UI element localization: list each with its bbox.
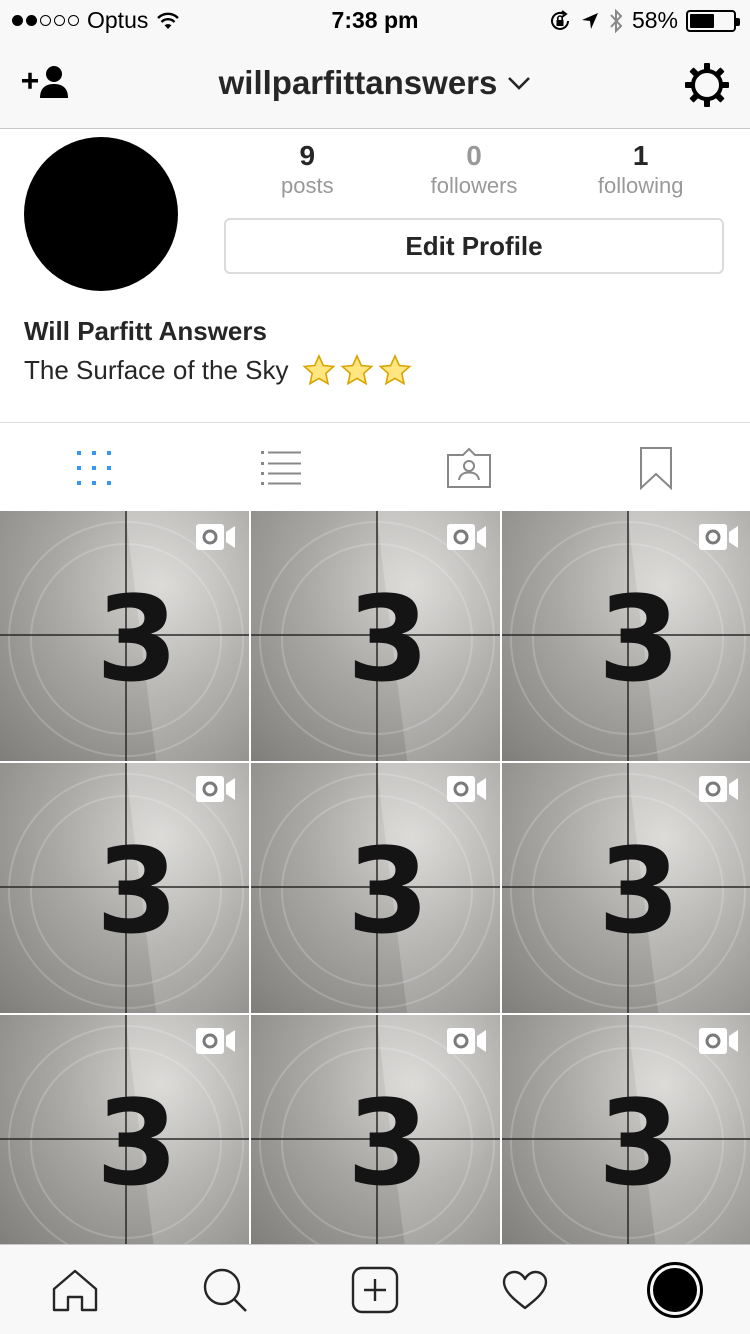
list-icon <box>261 450 302 485</box>
battery-icon <box>686 9 740 32</box>
grid-icon <box>76 450 111 485</box>
options-button[interactable] <box>684 62 730 113</box>
profile-username: willparfittanswers <box>218 64 498 101</box>
post-thumbnail[interactable]: 3 <box>502 763 750 1013</box>
post-thumbnail[interactable]: 3 <box>251 511 500 761</box>
username-dropdown[interactable]: willparfittanswers <box>0 64 750 102</box>
post-thumbnail[interactable]: 3 <box>251 763 500 1013</box>
tab-home[interactable] <box>0 1245 150 1334</box>
star-icon <box>302 354 336 386</box>
countdown-digit: 3 <box>598 1074 681 1212</box>
following-count: 1 <box>632 140 649 171</box>
status-bar: Optus 7:38 pm 58% <box>0 0 750 40</box>
edit-profile-button[interactable]: Edit Profile <box>224 218 724 274</box>
star-icon <box>378 354 412 386</box>
profile-full-name: Will Parfitt Answers <box>24 316 267 346</box>
following-label: following <box>597 173 684 198</box>
tab-profile[interactable] <box>600 1245 750 1334</box>
followers-label: followers <box>430 173 518 198</box>
posts-stat[interactable]: 9 posts <box>224 140 391 200</box>
add-post-icon <box>351 1266 399 1313</box>
countdown-digit: 3 <box>96 570 179 708</box>
countdown-digit: 3 <box>347 1074 430 1212</box>
search-icon <box>203 1268 247 1312</box>
profile-bio: The Surface of the Sky <box>24 354 412 386</box>
tab-tagged[interactable] <box>375 423 563 512</box>
video-camera-icon <box>699 524 738 550</box>
tab-add-post[interactable] <box>300 1245 450 1334</box>
post-thumbnail[interactable]: 3 <box>251 1015 500 1246</box>
video-camera-icon <box>447 524 486 550</box>
bluetooth-icon <box>610 8 623 33</box>
video-camera-icon <box>699 1028 738 1054</box>
chevron-down-icon <box>508 77 531 90</box>
video-camera-icon <box>699 776 738 802</box>
countdown-digit: 3 <box>96 1074 179 1212</box>
tab-grid[interactable] <box>0 423 188 512</box>
video-camera-icon <box>447 776 486 802</box>
profile-icon <box>647 1261 703 1318</box>
countdown-digit: 3 <box>96 822 179 960</box>
tab-search[interactable] <box>150 1245 300 1334</box>
status-left: Optus <box>12 7 180 34</box>
home-icon <box>52 1269 98 1311</box>
followers-count: 0 <box>466 140 482 171</box>
posts-label: posts <box>281 173 334 198</box>
profile-stats: 9 posts 0 followers 1 following <box>224 140 724 200</box>
post-thumbnail[interactable]: 3 <box>502 1015 750 1246</box>
orientation-lock-icon <box>550 9 569 30</box>
followers-stat[interactable]: 0 followers <box>391 140 558 200</box>
following-stat[interactable]: 1 following <box>557 140 724 200</box>
bio-stars <box>302 354 412 386</box>
tab-activity[interactable] <box>450 1245 600 1334</box>
navigation-bar: willparfittanswers <box>0 40 750 129</box>
posts-grid: 3 3 3 3 3 3 3 3 3 <box>0 511 750 1246</box>
bio-text: The Surface of the Sky <box>24 354 289 385</box>
countdown-digit: 3 <box>598 822 681 960</box>
countdown-digit: 3 <box>347 822 430 960</box>
tab-list[interactable] <box>188 423 376 512</box>
heart-icon <box>502 1270 548 1309</box>
profile-avatar[interactable] <box>24 137 178 291</box>
video-camera-icon <box>196 776 235 802</box>
signal-strength-icon <box>12 15 79 26</box>
carrier-name: Optus <box>87 7 149 33</box>
post-thumbnail[interactable]: 3 <box>0 763 249 1013</box>
posts-count: 9 <box>299 140 316 171</box>
post-thumbnail[interactable]: 3 <box>502 511 750 761</box>
gear-icon <box>685 63 729 107</box>
battery-percentage: 58% <box>631 7 678 33</box>
post-thumbnail[interactable]: 3 <box>0 1015 249 1246</box>
post-thumbnail[interactable]: 3 <box>0 511 249 761</box>
wifi-icon <box>157 12 180 29</box>
tab-saved[interactable] <box>563 423 750 512</box>
countdown-digit: 3 <box>347 570 430 708</box>
location-arrow-icon <box>581 12 598 29</box>
status-right: 58% <box>548 7 740 34</box>
bookmark-icon <box>640 446 673 490</box>
video-camera-icon <box>447 1028 486 1054</box>
video-camera-icon <box>196 1028 235 1054</box>
countdown-digit: 3 <box>598 570 681 708</box>
tagged-icon <box>446 447 491 488</box>
star-icon <box>340 354 374 386</box>
video-camera-icon <box>196 524 235 550</box>
profile-view-tabs <box>0 422 750 512</box>
bottom-tab-bar <box>0 1244 750 1334</box>
